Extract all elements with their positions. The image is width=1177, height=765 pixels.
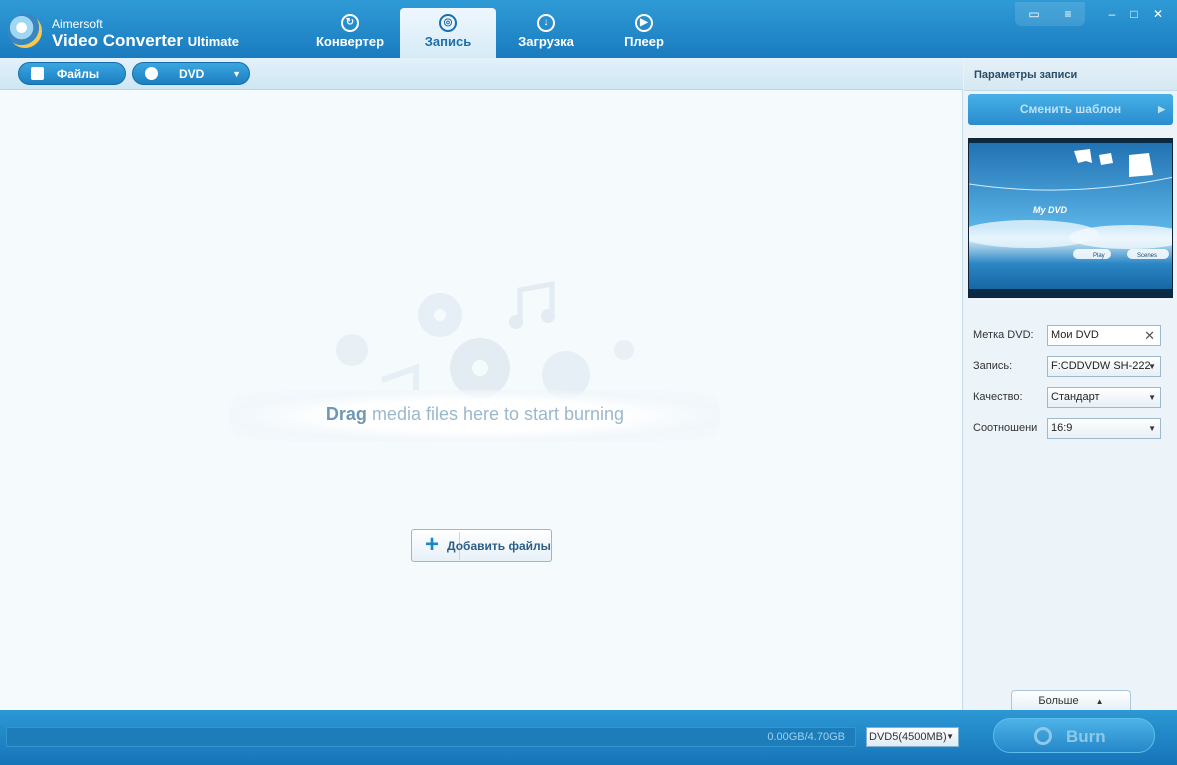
dvd-label: DVD — [179, 67, 205, 81]
burn-target-caption: Запись: — [973, 360, 1013, 372]
add-dvd-button[interactable]: DVD ▼ — [132, 62, 250, 85]
preview-scenes-label: Scenes — [1137, 253, 1157, 259]
add-files-toolbar-button[interactable]: Файлы — [18, 62, 126, 85]
tab-label: Плеер — [624, 34, 664, 49]
dvd-label-value: Мои DVD — [1051, 329, 1099, 341]
product-edition: Ultimate — [187, 34, 240, 49]
aspect-ratio-value: 16:9 — [1051, 422, 1073, 434]
settings-header: Параметры записи — [964, 58, 1177, 91]
preview-play-label: Play — [1093, 253, 1105, 259]
drag-hint-rest: media files here to start burning — [371, 404, 625, 424]
chevron-down-icon: ▼ — [1148, 362, 1156, 371]
tab-download[interactable]: ↓ Загрузка — [498, 8, 594, 58]
chevron-down-icon: ▼ — [946, 732, 954, 741]
aspect-ratio-caption: Соотношени — [973, 422, 1038, 434]
chevron-down-icon: ▼ — [1148, 424, 1156, 433]
drag-hint-bold: Drag — [325, 404, 367, 424]
toolbar: Файлы DVD ▼ — [0, 58, 963, 90]
change-template-button[interactable]: Сменить шаблон ▶ — [968, 94, 1173, 125]
dvd-icon — [145, 67, 158, 80]
dvd-menu-preview: My DVD Play Scenes — [968, 138, 1173, 298]
minimize-icon[interactable]: ‒ — [1102, 6, 1122, 22]
add-files-button[interactable]: + Добавить файлы — [411, 529, 552, 562]
aspect-ratio-select[interactable]: 16:9 ▼ — [1047, 418, 1161, 439]
preview-title: My DVD — [1033, 205, 1068, 215]
more-button[interactable]: Больше ▲ — [1011, 690, 1131, 710]
dvd-label-input[interactable]: Мои DVD ✕ — [1047, 325, 1161, 346]
quality-value: Стандарт — [1051, 391, 1100, 403]
app-logo — [8, 14, 42, 48]
files-label: Файлы — [57, 67, 100, 81]
disc-type-select[interactable]: DVD5(4500MB) ▼ — [866, 727, 959, 747]
disc-type-value: DVD5(4500MB) — [869, 731, 947, 743]
chevron-down-icon[interactable]: ▼ — [232, 63, 241, 86]
download-icon: ↓ — [537, 14, 555, 32]
product-title: Video Converter — [52, 31, 184, 50]
chevron-up-icon: ▲ — [1095, 697, 1104, 706]
menu-icon[interactable]: ≡ — [1058, 6, 1078, 22]
tab-label: Запись — [424, 34, 472, 49]
tab-label: Конвертер — [315, 34, 385, 49]
burn-target-select[interactable]: F:CDDVDW SH-222 ▼ — [1047, 356, 1161, 377]
capacity-text: 0.00GB/4.70GB — [767, 731, 845, 743]
title-bar: Aimersoft Video Converter Ultimate ↻ Кон… — [0, 0, 1177, 58]
change-template-label: Сменить шаблон — [1019, 102, 1122, 116]
plus-icon: + — [425, 531, 440, 558]
add-files-label: Добавить файлы — [447, 539, 551, 553]
menu-template-thumbnail: My DVD Play Scenes — [969, 139, 1172, 297]
play-icon: ▶ — [635, 14, 653, 32]
quality-caption: Качество: — [973, 391, 1023, 403]
tab-player[interactable]: ▶ Плеер — [596, 8, 692, 58]
product-name: Video Converter Ultimate — [52, 31, 239, 51]
quality-select[interactable]: Стандарт ▼ — [1047, 387, 1161, 408]
drag-hint-text: Drag media files here to start burning — [230, 404, 720, 425]
settings-title: Параметры записи — [974, 69, 1078, 81]
burn-button[interactable]: Burn — [993, 718, 1155, 753]
add-file-icon — [31, 67, 44, 80]
disc-capacity-bar: 0.00GB/4.70GB — [6, 727, 856, 747]
chat-icon[interactable]: ▭ — [1024, 6, 1044, 22]
disc-icon — [1034, 727, 1052, 745]
chevron-right-icon: ▶ — [1158, 104, 1165, 114]
tab-burn[interactable]: ◎ Запись — [400, 8, 496, 58]
close-icon[interactable]: ✕ — [1148, 6, 1168, 22]
brand-name: Aimersoft — [52, 17, 103, 31]
burn-target-value: F:CDDVDW SH-222 — [1051, 360, 1151, 372]
more-label: Больше — [1038, 695, 1079, 707]
tab-label: Загрузка — [518, 34, 574, 49]
tab-converter[interactable]: ↻ Конвертер — [302, 8, 398, 58]
clear-icon[interactable]: ✕ — [1144, 326, 1155, 345]
convert-icon: ↻ — [341, 14, 359, 32]
dvd-label-caption: Метка DVD: — [973, 329, 1034, 341]
burn-disc-icon: ◎ — [439, 14, 457, 32]
maximize-icon[interactable]: □ — [1124, 6, 1144, 22]
burn-settings-panel: Параметры записи Сменить шаблон ▶ My DVD… — [964, 58, 1177, 710]
bottom-bar: 0.00GB/4.70GB DVD5(4500MB) ▼ Burn — [0, 710, 1177, 765]
burn-label: Burn — [1066, 727, 1106, 746]
drop-area[interactable]: Drag media files here to start burning +… — [0, 90, 963, 710]
chevron-down-icon: ▼ — [1148, 393, 1156, 402]
